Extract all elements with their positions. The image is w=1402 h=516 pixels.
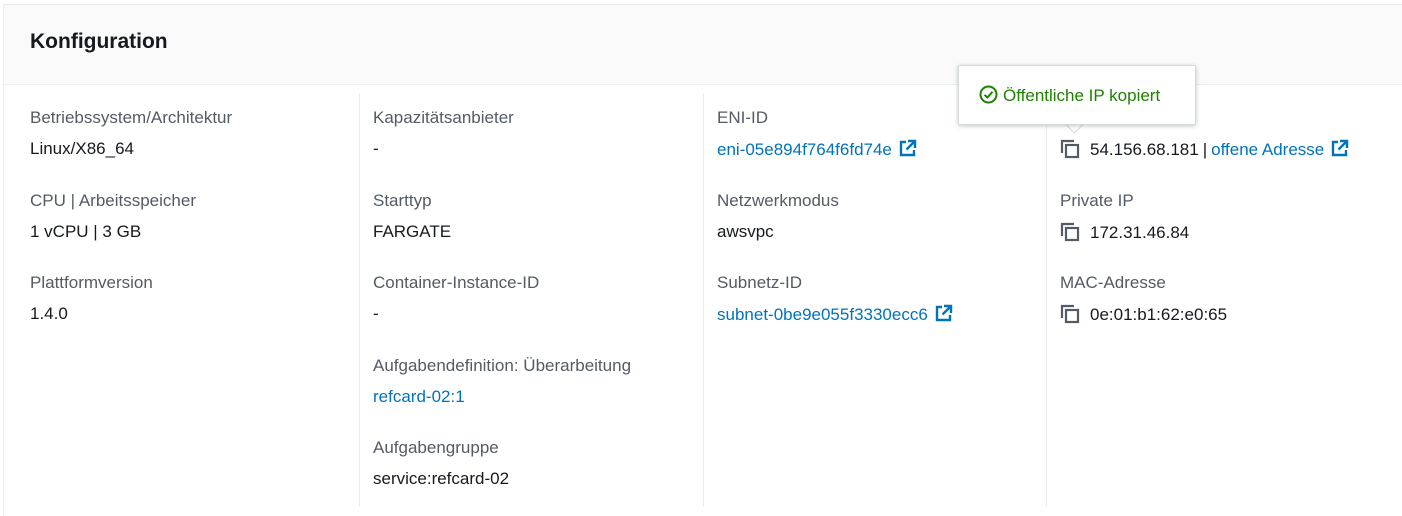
field-value: - (373, 304, 379, 323)
field-value: 54.156.68.181 | offene Adresse (1060, 139, 1349, 164)
field-label: MAC-Adresse (1060, 273, 1166, 292)
mac-address-value: 0e:01:b1:62:e0:65 (1090, 305, 1228, 324)
field-value: awsvpc (717, 222, 774, 241)
popover-content: Öffentliche IP kopiert (979, 85, 1160, 109)
field-label: Starttyp (373, 191, 432, 210)
open-address-link[interactable]: offene Adresse (1211, 140, 1324, 159)
field-value: - (373, 139, 379, 158)
copy-icon[interactable] (1060, 222, 1080, 247)
field-value: eni-05e894f764f6fd74e (717, 139, 917, 163)
separator: | (1202, 140, 1208, 159)
field-value: 1.4.0 (30, 304, 68, 323)
copy-icon[interactable] (1060, 304, 1080, 329)
column-network: ENI-ID eni-05e894f764f6fd74e Netzwerkmod… (703, 93, 1047, 507)
private-ip-value: 172.31.46.84 (1090, 223, 1190, 242)
field-label: Private IP (1060, 191, 1134, 210)
public-ip-value: 54.156.68.181 (1090, 140, 1199, 159)
check-circle-icon (979, 85, 998, 109)
field-label: Netzwerkmodus (717, 191, 839, 210)
column-addresses: 54.156.68.181 | offene Adresse Private IP … (1046, 93, 1402, 507)
field-value: 172.31.46.84 (1060, 222, 1189, 247)
field-label: Kapazitätsanbieter (373, 108, 514, 127)
column-launch: Kapazitätsanbieter - Starttyp FARGATE Co… (359, 93, 703, 507)
field-value: service:refcard-02 (373, 469, 510, 488)
field-value: 1 vCPU | 3 GB (30, 222, 142, 241)
field-label: ENI-ID (717, 108, 768, 127)
eni-id-link[interactable]: eni-05e894f764f6fd74e (717, 140, 892, 159)
column-general: Betriebssystem/Architektur Linux/X86_64 … (30, 93, 360, 507)
field-label: Aufgabengruppe (373, 438, 499, 457)
field-label: Plattformversion (30, 273, 153, 292)
configuration-panel: Konfiguration Betriebssystem/Architektur… (3, 4, 1402, 516)
field-value: subnet-0be9e055f3330ecc6 (717, 304, 953, 328)
field-value: 0e:01:b1:62:e0:65 (1060, 304, 1227, 329)
field-label: Betriebssystem/Architektur (30, 108, 233, 127)
subnet-id-link[interactable]: subnet-0be9e055f3330ecc6 (717, 305, 928, 324)
external-link-icon[interactable] (934, 304, 953, 328)
field-label: Subnetz-ID (717, 273, 803, 292)
field-value: Linux/X86_64 (30, 139, 134, 158)
field-label: CPU | Arbeitsspeicher (30, 191, 196, 210)
copied-popover: Öffentliche IP kopiert (958, 65, 1196, 125)
field-label: Aufgabendefinition: Überarbeitung (373, 356, 632, 375)
task-definition-link[interactable]: refcard-02:1 (373, 387, 465, 407)
external-link-icon[interactable] (898, 139, 917, 163)
field-value: FARGATE (373, 222, 452, 241)
copy-icon[interactable] (1060, 139, 1080, 164)
section-title: Konfiguration (30, 30, 168, 53)
external-link-icon[interactable] (1330, 139, 1349, 163)
field-label: Container-Instance-ID (373, 273, 540, 292)
popover-message: Öffentliche IP kopiert (1003, 86, 1161, 105)
